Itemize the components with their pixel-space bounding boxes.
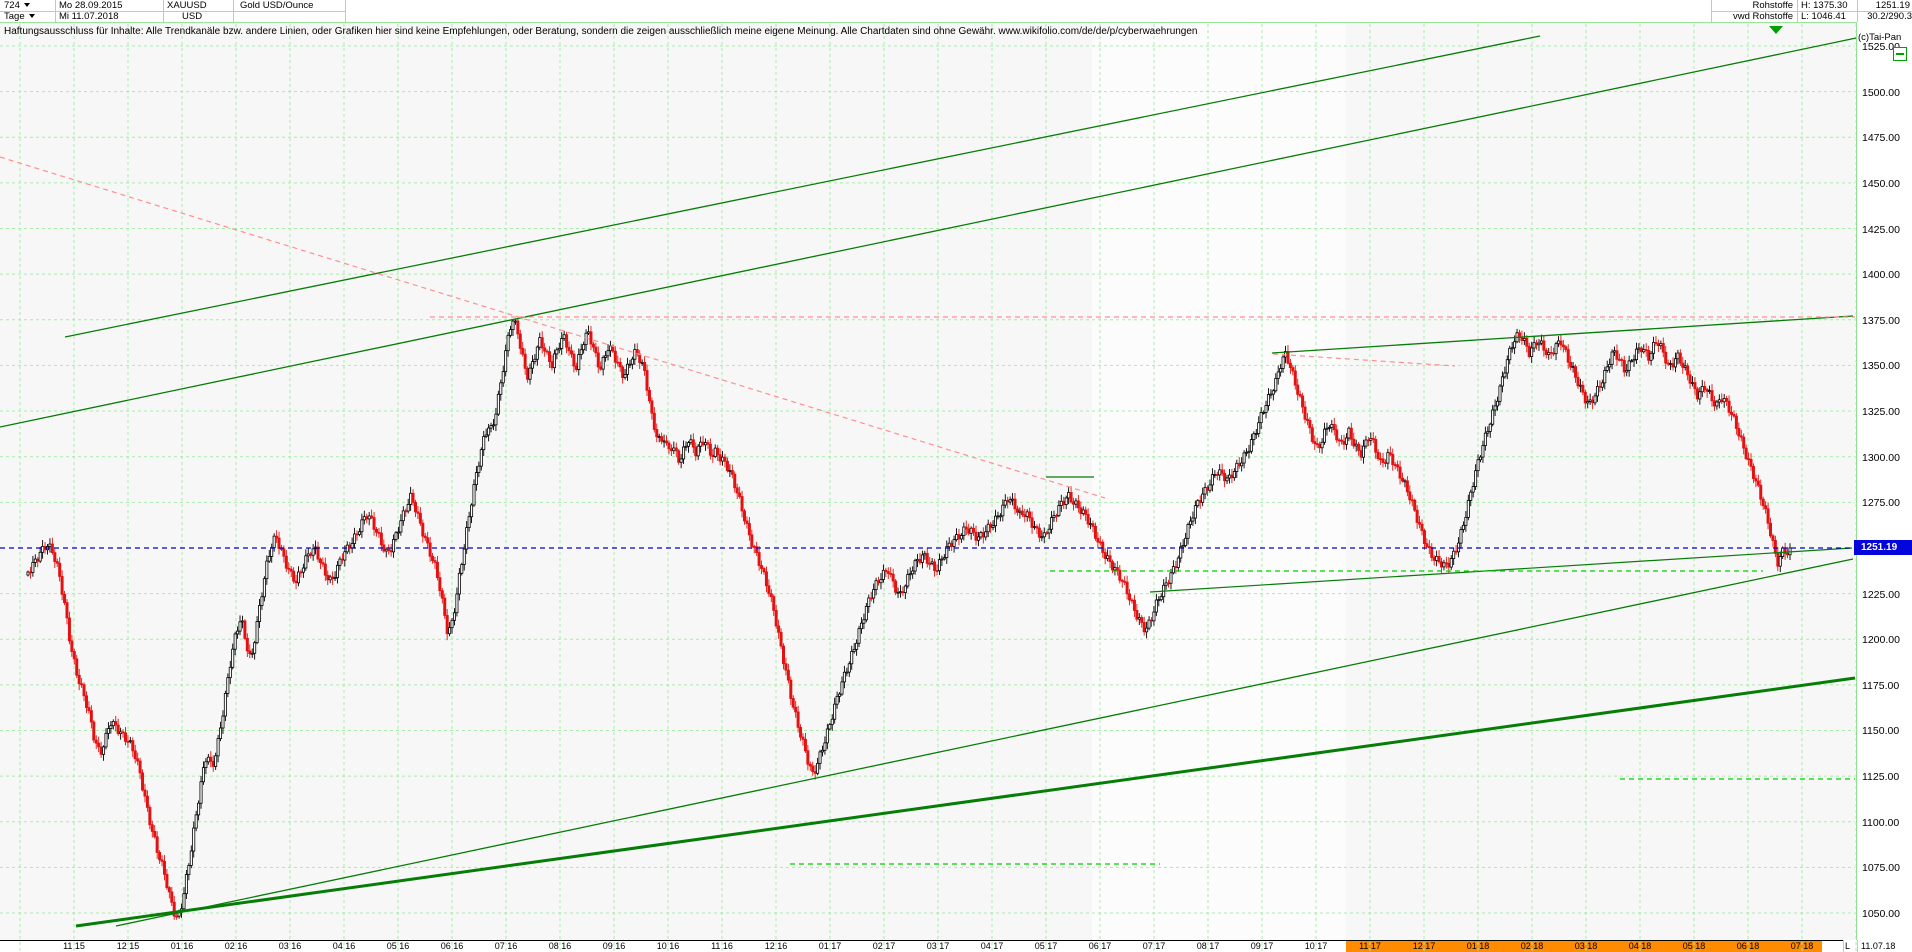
period-value: Tage [4, 11, 25, 22]
price-axis-label: 1300.00 [1862, 452, 1910, 464]
symbol-field[interactable]: XAUUSD [167, 0, 207, 11]
period-high: H: 1375.30 [1801, 0, 1847, 11]
instrument-name: Gold USD/Ounce [240, 0, 313, 11]
date-axis-label: 02 17 [862, 941, 906, 951]
price-axis-label: 1225.00 [1862, 589, 1910, 601]
date-axis-label: 08 17 [1186, 941, 1230, 951]
current-price-badge: 1251.19 [1854, 540, 1912, 555]
date-axis-divider [1857, 940, 1858, 952]
date-axis-label: 01 16 [160, 941, 204, 951]
period-low: L: 1046.41 [1801, 11, 1846, 22]
date-axis-label: 02 18 [1510, 941, 1554, 951]
feed-name-2: vwd Rohstoffe [1713, 11, 1793, 22]
date-axis-divider [1843, 940, 1844, 952]
price-axis-label: 1450.00 [1862, 178, 1910, 190]
date-axis-label: 05 16 [376, 941, 420, 951]
date-axis-label: 01 17 [808, 941, 852, 951]
price-axis-label: 1375.00 [1862, 315, 1910, 327]
price-axis-label: 1175.00 [1862, 680, 1910, 692]
currency-field: USD [182, 11, 202, 22]
price-axis-label: 1475.00 [1862, 132, 1910, 144]
bars-count-dropdown[interactable]: 724 [4, 0, 30, 11]
bars-count-value: 724 [4, 0, 20, 11]
date-axis-label: 11 15 [52, 941, 96, 951]
feed-name: Rohstoffe [1713, 0, 1793, 11]
date-axis-label: 09 17 [1240, 941, 1284, 951]
date-axis-label: 07 18 [1780, 941, 1824, 951]
date-axis-label: 02 16 [214, 941, 258, 951]
date-axis-label: 04 17 [970, 941, 1014, 951]
date-axis-label: 06 18 [1726, 941, 1770, 951]
price-axis-label: 1075.00 [1862, 862, 1910, 874]
extra-stat: 30.2/290.3 [1860, 11, 1912, 22]
date-axis-label: 12 17 [1402, 941, 1446, 951]
price-axis-label: 1325.00 [1862, 406, 1910, 418]
copyright-label: (c)Tai-Pan [1858, 32, 1901, 43]
last-price-header: 1251.19 [1860, 0, 1910, 11]
last-bar-flag: L [1845, 941, 1850, 951]
price-axis-label: 1425.00 [1862, 224, 1910, 236]
price-axis[interactable]: 1525.001500.001475.001450.001425.001400.… [1856, 22, 1912, 940]
date-axis-label: 06 16 [430, 941, 474, 951]
date-axis-label: 09 16 [592, 941, 636, 951]
price-axis-label: 1400.00 [1862, 269, 1910, 281]
price-chart-canvas[interactable] [0, 0, 1912, 952]
header-row-divider [0, 11, 345, 12]
date-axis-label: 06 17 [1078, 941, 1122, 951]
price-axis-label: 1200.00 [1862, 634, 1910, 646]
date-axis-label: 05 17 [1024, 941, 1068, 951]
price-axis-label: 1050.00 [1862, 908, 1910, 920]
date-axis-label: 07 17 [1132, 941, 1176, 951]
header-bottom-border [0, 22, 1912, 23]
date-axis-label: 03 16 [268, 941, 312, 951]
taipan-chart-window: 724 Mo 28.09.2015 XAUUSD Gold USD/Ounce … [0, 0, 1912, 952]
price-axis-label: 1500.00 [1862, 87, 1910, 99]
date-axis-label: 03 18 [1564, 941, 1608, 951]
date-axis-label: 04 16 [322, 941, 366, 951]
date-axis-label: 05 18 [1672, 941, 1716, 951]
price-axis-label: 1350.00 [1862, 360, 1910, 372]
date-axis-label: 12 16 [754, 941, 798, 951]
date-axis-label: 01 18 [1456, 941, 1500, 951]
date-axis-label: 04 18 [1618, 941, 1662, 951]
date-axis-label: 12 15 [106, 941, 150, 951]
price-axis-label: 1125.00 [1862, 771, 1910, 783]
last-date-label: 11.07.18 [1861, 941, 1911, 951]
price-axis-label: 1150.00 [1862, 725, 1910, 737]
date-axis-label: 08 16 [538, 941, 582, 951]
price-axis-label: 1100.00 [1862, 817, 1910, 829]
date-axis-label: 11 17 [1348, 941, 1392, 951]
header-divider [345, 0, 346, 22]
period-dropdown[interactable]: Tage [4, 11, 35, 22]
chart-tool-icon[interactable] [1893, 47, 1907, 61]
date-axis-label: 11 16 [700, 941, 744, 951]
date-from-field[interactable]: Mo 28.09.2015 [59, 0, 122, 11]
date-to-field[interactable]: Mi 11.07.2018 [59, 11, 119, 22]
price-axis-label: 1275.00 [1862, 497, 1910, 509]
disclaimer-text: Haftungsausschluss für Inhalte: Alle Tre… [4, 26, 1198, 37]
date-axis-label: 07 16 [484, 941, 528, 951]
chevron-down-icon [24, 3, 30, 7]
minimize-icon [1896, 53, 1904, 55]
chevron-down-icon [29, 14, 35, 18]
date-axis-label: 03 17 [916, 941, 960, 951]
date-axis-label: 10 16 [646, 941, 690, 951]
date-axis-label: 10 17 [1294, 941, 1338, 951]
